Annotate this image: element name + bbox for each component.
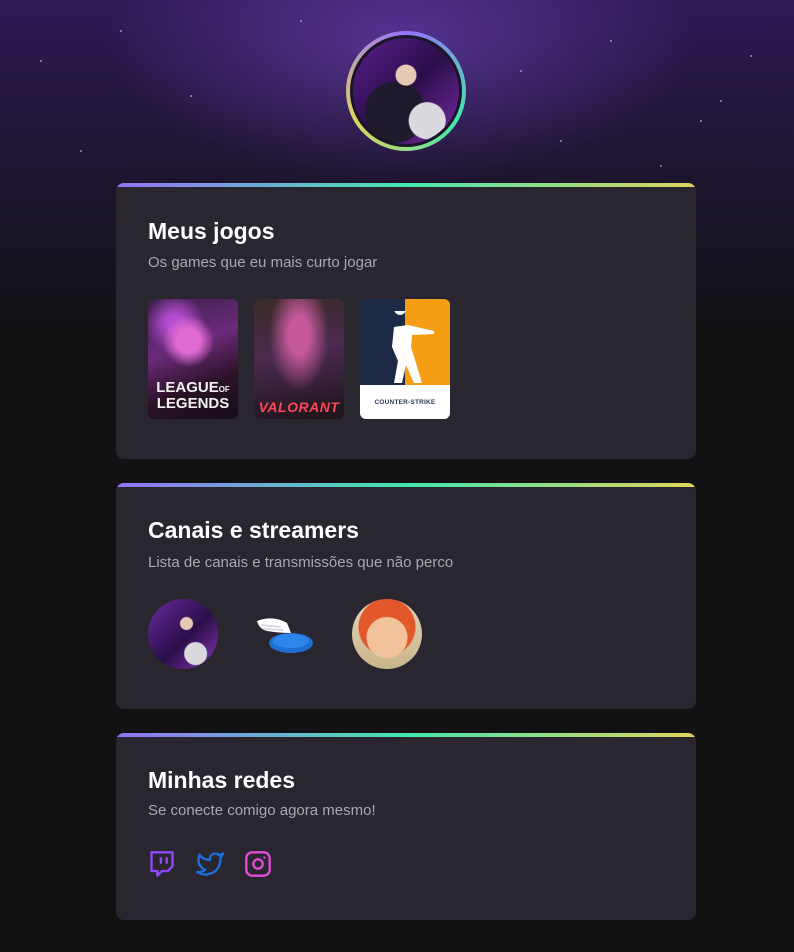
game-valorant[interactable]: VALORANT <box>254 299 344 419</box>
league-of-legends-logo: LEAGUEOF LEGENDS <box>156 379 230 412</box>
stream-avatar[interactable] <box>250 599 320 669</box>
game-league-of-legends[interactable]: LEAGUEOF LEGENDS <box>148 299 238 419</box>
games-subtitle: Os games que eu mais curto jogar <box>148 254 378 271</box>
twitch-icon[interactable] <box>148 850 176 878</box>
games-title: Meus jogos <box>148 218 275 244</box>
profile-avatar-frame <box>346 31 466 151</box>
game-counter-strike[interactable]: COUNTER-STRIKE <box>360 299 450 419</box>
winged-helmet-icon <box>257 618 313 653</box>
counter-strike-logo: COUNTER-STRIKE <box>374 398 436 406</box>
streams-card: Canais e streamers Lista de canais e tra… <box>116 483 696 709</box>
profile-avatar <box>350 35 462 147</box>
twitter-icon[interactable] <box>196 850 224 878</box>
games-list: LEAGUEOF LEGENDS VALORANT COUNTER-STRIKE <box>148 299 450 419</box>
stream-avatar[interactable] <box>352 599 422 669</box>
social-list <box>148 850 272 878</box>
streams-title: Canais e streamers <box>148 517 359 543</box>
streams-list <box>148 599 422 669</box>
social-card: Minhas redes Se conecte comigo agora mes… <box>116 733 696 920</box>
stream-avatar[interactable] <box>148 599 218 669</box>
social-title: Minhas redes <box>148 767 295 793</box>
valorant-logo: VALORANT <box>258 399 340 415</box>
streams-subtitle: Lista de canais e transmissões que não p… <box>148 554 454 571</box>
counter-strike-soldier-icon <box>392 311 434 383</box>
instagram-icon[interactable] <box>244 850 272 878</box>
social-subtitle: Se conecte comigo agora mesmo! <box>148 802 376 819</box>
games-card: Meus jogos Os games que eu mais curto jo… <box>116 183 696 459</box>
